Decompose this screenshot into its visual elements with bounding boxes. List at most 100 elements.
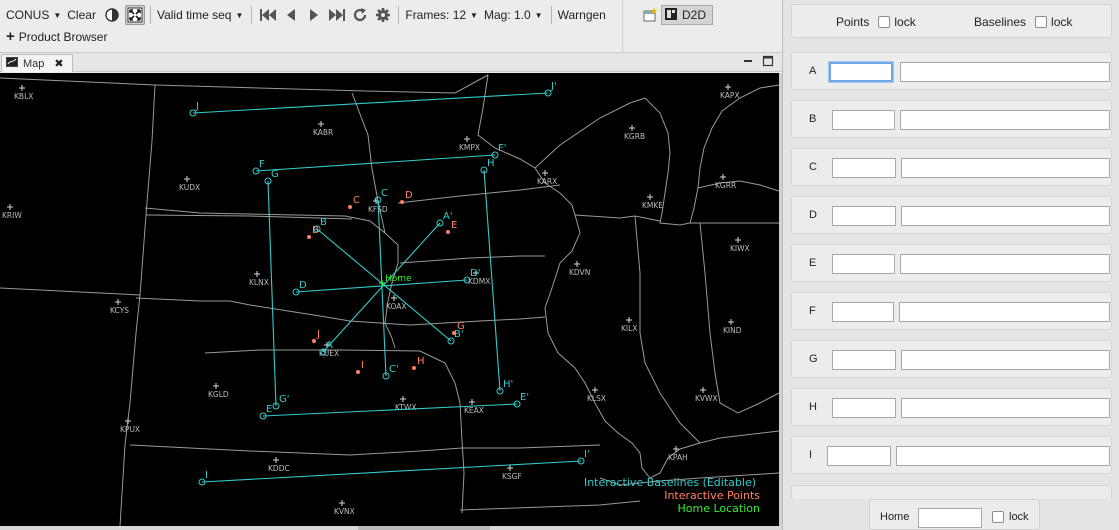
interactive-point[interactable]: E	[446, 220, 457, 234]
point-location-field[interactable]	[901, 206, 1110, 226]
station-label: KMPX	[459, 143, 480, 152]
baseline-line[interactable]	[201, 460, 582, 483]
next-frame-icon[interactable]	[304, 5, 324, 25]
point-name-field[interactable]	[829, 62, 893, 82]
product-browser-button[interactable]: + Product Browser	[6, 29, 107, 44]
first-frame-icon[interactable]	[258, 5, 278, 25]
baseline[interactable]: H H'	[480, 158, 513, 395]
point-name-field[interactable]	[832, 158, 896, 178]
point-marker[interactable]	[356, 370, 360, 374]
station-label: KVNX	[334, 507, 355, 516]
frames-dropdown[interactable]: Frames: 12 ▼	[405, 8, 478, 22]
point-marker[interactable]	[400, 200, 404, 204]
time-match-label: Valid time seq	[156, 8, 232, 22]
station-label: KGRB	[624, 132, 645, 141]
baseline-line[interactable]	[192, 92, 549, 114]
point-location-field[interactable]	[901, 398, 1110, 418]
point-location-field[interactable]	[901, 158, 1110, 178]
refresh-icon[interactable]	[350, 5, 370, 25]
baselines-lock-checkbox[interactable]	[1035, 16, 1048, 28]
map-horizontal-scrollbar[interactable]	[0, 526, 782, 530]
mag-dropdown[interactable]: Mag: 1.0 ▼	[484, 8, 543, 22]
panel-header: Points lock Baselines lock	[791, 4, 1112, 38]
point-name-field[interactable]	[827, 446, 891, 466]
baseline-line[interactable]	[377, 199, 387, 377]
area-dropdown[interactable]: CONUS ▼	[6, 8, 61, 22]
point-marker[interactable]	[452, 331, 456, 335]
point-marker[interactable]	[312, 339, 316, 343]
interactive-point[interactable]: B	[307, 225, 319, 239]
close-icon[interactable]: ✖	[54, 57, 63, 70]
toolbar-separator	[149, 6, 151, 24]
point-location-field[interactable]	[900, 254, 1110, 274]
window-controls	[734, 55, 774, 67]
maximize-icon[interactable]	[762, 55, 774, 67]
home-lock-checkbox[interactable]	[992, 511, 1004, 523]
baseline-start-label: A	[326, 340, 333, 351]
area-dropdown-label: CONUS	[6, 8, 50, 22]
point-row: A	[791, 52, 1112, 90]
home-field[interactable]	[918, 508, 982, 528]
home-location-group: Home lock	[869, 499, 1040, 530]
point-name-field[interactable]	[832, 206, 896, 226]
points-lock-checkbox[interactable]	[878, 16, 891, 28]
interactive-point[interactable]: J	[312, 329, 320, 343]
point-label: C	[353, 195, 360, 206]
home-lock-label: lock	[1009, 511, 1029, 523]
map-tab[interactable]: Map ✖	[1, 54, 73, 72]
station-marker: KEAX	[464, 399, 484, 415]
interactive-point[interactable]: H	[412, 356, 425, 370]
last-frame-icon[interactable]	[327, 5, 347, 25]
point-row-label: H	[809, 401, 817, 413]
station-label: KILX	[621, 324, 637, 333]
station-marker: KVWX	[695, 387, 718, 403]
state-borders	[0, 74, 780, 527]
home-label: Home	[880, 511, 910, 523]
map-icon	[6, 57, 18, 70]
point-location-field[interactable]	[900, 110, 1110, 130]
baseline-line[interactable]	[322, 222, 441, 353]
baseline[interactable]: J J'	[189, 81, 557, 117]
point-row-label: E	[809, 257, 817, 269]
point-name-field[interactable]	[832, 110, 895, 130]
station-marker: KRIW	[2, 204, 22, 220]
point-name-field[interactable]	[832, 302, 894, 322]
open-perspective-icon[interactable]	[642, 7, 658, 23]
minimize-icon[interactable]	[742, 55, 754, 67]
gear-icon[interactable]	[373, 5, 393, 25]
point-location-field[interactable]	[900, 62, 1110, 82]
clear-button[interactable]: Clear	[67, 8, 96, 22]
point-marker[interactable]	[446, 230, 450, 234]
point-marker[interactable]	[307, 235, 311, 239]
station-marker: KARX	[537, 170, 557, 186]
baseline[interactable]: I I'	[198, 449, 590, 486]
baseline[interactable]: G G'	[264, 169, 290, 410]
time-match-dropdown[interactable]: Valid time seq ▼	[157, 8, 243, 22]
baselines-lock-label: lock	[1051, 15, 1073, 29]
point-name-field[interactable]	[832, 350, 896, 370]
point-location-field[interactable]	[901, 350, 1110, 370]
contrast-icon[interactable]	[102, 5, 122, 25]
point-name-field[interactable]	[832, 254, 895, 274]
baseline-line[interactable]	[255, 154, 496, 172]
point-location-field[interactable]	[899, 302, 1110, 322]
interactive-point[interactable]: I	[356, 360, 364, 374]
baseline-start-label: E	[266, 404, 272, 415]
station-label: KBLX	[14, 92, 33, 101]
points-label: Points	[836, 15, 870, 29]
previous-frame-icon[interactable]	[281, 5, 301, 25]
scrollbar-thumb[interactable]	[358, 526, 490, 530]
point-location-field[interactable]	[896, 446, 1110, 466]
warngen-button[interactable]: Warngen	[558, 8, 606, 22]
d2d-perspective-tab[interactable]: D2D	[661, 5, 714, 25]
point-marker[interactable]	[348, 205, 352, 209]
point-marker[interactable]	[412, 366, 416, 370]
map-canvas[interactable]: KBLX KABR KAPX KMPX KGRB KUDX KARX KGRR KRIW KFSD…	[0, 73, 780, 527]
d2d-icon	[664, 7, 678, 24]
baseline-start-label: J	[195, 101, 199, 112]
interactive-point[interactable]: C	[348, 195, 360, 209]
points-baselines-panel: Points lock Baselines lock A B C D E F G H I Hom…	[782, 0, 1119, 530]
map-svg[interactable]: KBLXKABRKAPXKMPXKGRBKUDXKARX KGRRKRIWKFSD…	[0, 73, 780, 527]
fit-to-window-icon[interactable]	[124, 5, 145, 25]
point-name-field[interactable]	[832, 398, 896, 418]
